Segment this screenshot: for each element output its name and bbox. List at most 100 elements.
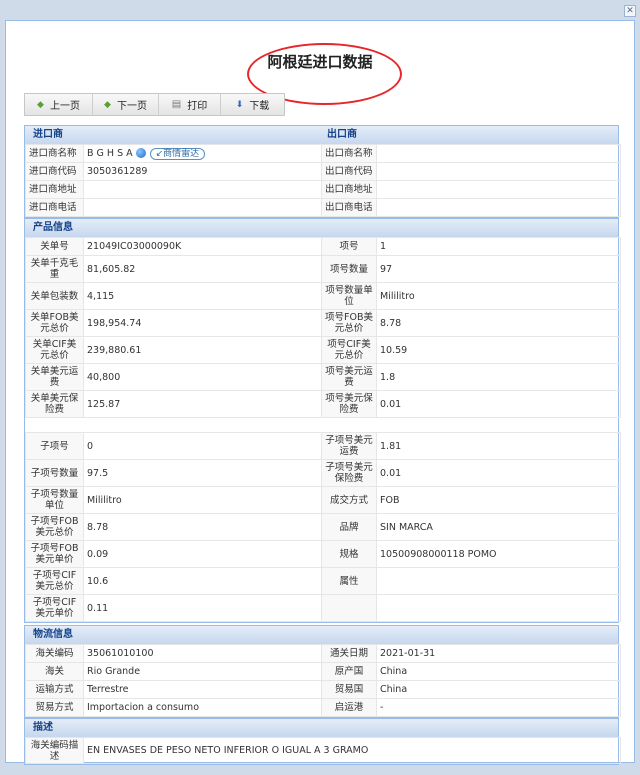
field-label: 关单美元保险费 <box>25 390 84 418</box>
field-label: 关单FOB美元总价 <box>25 309 84 337</box>
field-label: 品牌 <box>321 513 377 541</box>
description-title: 描述 <box>33 722 53 733</box>
logistics-title: 物流信息 <box>33 629 73 640</box>
exporter-title: 出口商 <box>327 129 357 140</box>
business-radar-button[interactable]: ↙商情雷达 <box>149 147 206 160</box>
print-button[interactable]: ▤ 打印 <box>159 94 221 115</box>
prev-page-label: 上一页 <box>49 101 80 112</box>
table-row: 子项号数量 97.5 子项号美元保险费 0.01 <box>25 459 621 487</box>
table-row: 海关编码描述 EN ENVASES DE PESO NETO INFERIOR O… <box>25 737 621 764</box>
close-icon[interactable]: ✕ <box>624 5 636 17</box>
download-button[interactable]: ⬇ 下载 <box>221 94 284 115</box>
prev-page-button[interactable]: ◆ 上一页 <box>25 94 93 115</box>
field-value <box>376 162 621 181</box>
field-value <box>376 594 621 622</box>
table-row: 进口商电话 出口商电话 <box>25 198 621 217</box>
subitem-table: 子项号 0 子项号美元运费 1.81 子项号数量 97.5 子项号美元保险费 0.01 子项号数… <box>25 432 621 622</box>
field-label: 成交方式 <box>321 486 377 514</box>
field-label: 出口商代码 <box>321 162 377 181</box>
field-label: 海关 <box>25 662 84 681</box>
table-row: 进口商地址 出口商地址 <box>25 180 621 199</box>
globe-icon[interactable] <box>135 148 146 158</box>
field-label: 规格 <box>321 540 377 568</box>
field-value: Rio Grande <box>83 662 322 681</box>
table-row: 进口商代码 3050361289 出口商代码 <box>25 162 621 181</box>
next-page-button[interactable]: ◆ 下一页 <box>93 94 159 115</box>
field-label: 贸易国 <box>321 680 377 699</box>
table-row: 关单包装数 4,115 项号数量单位 Mililitro <box>25 282 621 310</box>
field-value: 1.81 <box>376 432 621 460</box>
table-row: 子项号数量单位 Mililitro 成交方式 FOB <box>25 486 621 514</box>
field-label: 关单包装数 <box>25 282 84 310</box>
field-label: 出口商地址 <box>321 180 377 199</box>
printer-icon: ▤ <box>171 99 182 110</box>
print-label: 打印 <box>187 101 208 112</box>
field-label: 运输方式 <box>25 680 84 699</box>
field-value <box>376 198 621 217</box>
description-section-header: 描述 <box>25 719 618 737</box>
field-value: EN ENVASES DE PESO NETO INFERIOR O IGUAL… <box>83 737 621 764</box>
importer-title: 进口商 <box>33 129 63 140</box>
field-value: 10.59 <box>376 336 621 364</box>
field-label: 进口商名称 <box>25 144 84 163</box>
description-section: 描述 海关编码描述 EN ENVASES DE PESO NETO INFERIO… <box>24 718 621 765</box>
table-row: 子项号 0 子项号美元运费 1.81 <box>25 432 621 460</box>
field-label: 子项号CIF美元单价 <box>25 594 84 622</box>
field-label: 子项号数量 <box>25 459 84 487</box>
field-label: 关单美元运费 <box>25 363 84 391</box>
window-titlebar: ✕ <box>0 0 640 20</box>
field-value: 0.09 <box>83 540 322 568</box>
logistics-section-header: 物流信息 <box>25 626 618 644</box>
table-row: 关单号 21049IC03000090K 项号 1 <box>25 237 621 256</box>
field-label: 项号FOB美元总价 <box>321 309 377 337</box>
field-label: 通关日期 <box>321 644 377 663</box>
field-value: Terrestre <box>83 680 322 699</box>
table-row: 运输方式 Terrestre 贸易国 China <box>25 680 621 699</box>
field-value: 97 <box>376 255 621 283</box>
field-label: 关单号 <box>25 237 84 256</box>
field-label: 海关编码 <box>25 644 84 663</box>
table-row: 子项号CIF美元单价 0.11 <box>25 594 621 622</box>
field-value <box>83 198 322 217</box>
field-label: 出口商电话 <box>321 198 377 217</box>
next-page-label: 下一页 <box>116 101 147 112</box>
field-value: B G H S A ↙商情雷达 <box>83 144 322 163</box>
field-label: 进口商电话 <box>25 198 84 217</box>
field-label: 关单千克毛重 <box>25 255 84 283</box>
field-label: 项号 <box>321 237 377 256</box>
field-label: 子项号 <box>25 432 84 460</box>
field-value: Importacion a consumo <box>83 698 322 717</box>
field-label: 海关编码描述 <box>25 737 84 764</box>
table-row: 关单FOB美元总价 198,954.74 项号FOB美元总价 8.78 <box>25 309 621 337</box>
field-label: 项号CIF美元总价 <box>321 336 377 364</box>
field-value: 198,954.74 <box>83 309 322 337</box>
field-value: 97.5 <box>83 459 322 487</box>
table-row: 子项号FOB美元单价 0.09 规格 10500908000118 POMO <box>25 540 621 568</box>
field-value: SIN MARCA <box>376 513 621 541</box>
importer-section: 进口商 出口商 进口商名称 B G H S A ↙商情雷达 出口商名称 进口商代码 3050… <box>24 125 621 218</box>
field-value: 10.6 <box>83 567 322 595</box>
field-label: 子项号FOB美元单价 <box>25 540 84 568</box>
description-table: 海关编码描述 EN ENVASES DE PESO NETO INFERIOR O… <box>25 737 621 764</box>
field-value: - <box>376 698 621 717</box>
field-value <box>376 144 621 163</box>
field-value: 0.01 <box>376 459 621 487</box>
product-section-header: 产品信息 <box>25 219 618 237</box>
field-label: 子项号美元保险费 <box>321 459 377 487</box>
field-label: 启运港 <box>321 698 377 717</box>
field-value: 239,880.61 <box>83 336 322 364</box>
table-row: 海关编码 35061010100 通关日期 2021-01-31 <box>25 644 621 663</box>
logistics-section: 物流信息 海关编码 35061010100 通关日期 2021-01-31 海关 Rio … <box>24 625 621 718</box>
field-label: 子项号CIF美元总价 <box>25 567 84 595</box>
field-value: 35061010100 <box>83 644 322 663</box>
field-value: Mililitro <box>83 486 322 514</box>
table-row: 关单美元保险费 125.87 项号美元保险费 0.01 <box>25 390 621 418</box>
field-value: 4,115 <box>83 282 322 310</box>
table-row: 关单美元运费 40,800 项号美元运费 1.8 <box>25 363 621 391</box>
field-value <box>376 567 621 595</box>
content-panel: 阿根廷进口数据 ◆ 上一页 ◆ 下一页 ▤ 打印 ⬇ 下载 进口商 出口商 进口商名称 B … <box>5 20 635 765</box>
field-value: 1 <box>376 237 621 256</box>
field-label: 项号美元保险费 <box>321 390 377 418</box>
field-value: 40,800 <box>83 363 322 391</box>
